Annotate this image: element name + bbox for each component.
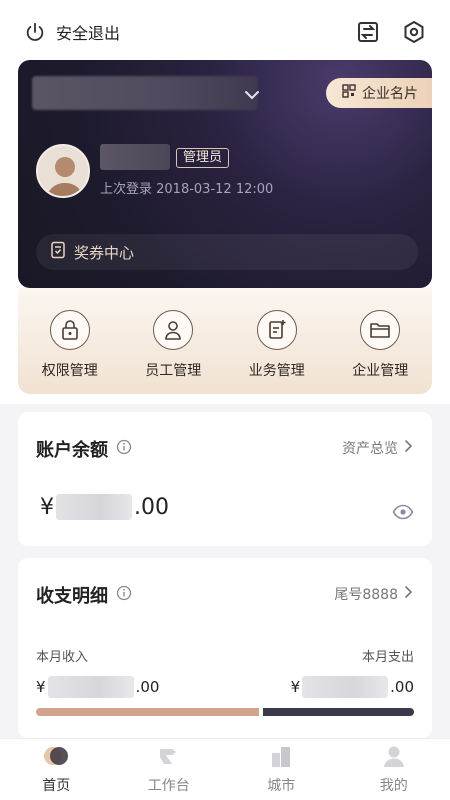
balance-amount: ¥ .00: [40, 494, 169, 520]
card-tail-link[interactable]: 尾号8888: [334, 584, 414, 604]
balance-title: 账户余额: [36, 436, 132, 462]
income-amount: ¥ .00: [36, 676, 159, 698]
action-label: 员工管理: [145, 363, 202, 379]
balance-title-text: 账户余额: [36, 440, 108, 461]
masked-amount: [56, 494, 132, 520]
tab-mine[interactable]: 我的: [349, 745, 439, 795]
income-bar: [36, 708, 260, 716]
folder-icon: [360, 310, 401, 350]
amount-suffix: .00: [134, 494, 169, 520]
quick-actions: 权限管理 员工管理 业务管理 企业管理: [18, 288, 432, 394]
last-login-text: 上次登录 2018-03-12 12:00: [100, 182, 274, 197]
action-enterprise[interactable]: 企业管理: [335, 310, 425, 380]
tab-city[interactable]: 城市: [236, 745, 326, 795]
details-title: 收支明细: [36, 582, 132, 608]
chevron-right-icon: [404, 439, 414, 457]
income-expense-bar: [36, 708, 414, 716]
masked-amount: [302, 676, 389, 698]
top-bar: 安全退出: [0, 0, 450, 64]
currency-symbol: ¥: [290, 678, 301, 696]
action-permission[interactable]: 权限管理: [25, 310, 115, 380]
tab-label: 工作台: [147, 777, 190, 794]
amount-suffix: .00: [135, 678, 160, 696]
action-label: 企业管理: [352, 363, 409, 379]
city-icon: [268, 745, 294, 771]
info-icon[interactable]: [116, 585, 132, 606]
logout-label: 安全退出: [56, 24, 121, 43]
bottom-tab-bar: 首页 工作台 城市 我的: [0, 738, 450, 800]
income-label: 本月收入: [36, 650, 89, 665]
eye-icon[interactable]: [392, 504, 414, 524]
voucher-center-button[interactable]: 奖券中心: [36, 234, 418, 270]
expense-bar: [263, 708, 414, 716]
details-panel: 收支明细 尾号8888 本月收入 本月支出 ¥ .00 ¥ .00: [18, 558, 432, 738]
switch-icon[interactable]: [356, 20, 380, 44]
tab-workbench[interactable]: 工作台: [124, 745, 214, 795]
currency-symbol: ¥: [40, 494, 54, 520]
business-card-label: 企业名片: [362, 86, 418, 102]
business-card-button[interactable]: 企业名片: [326, 78, 432, 108]
voucher-label: 奖券中心: [74, 243, 135, 262]
action-staff[interactable]: 员工管理: [128, 310, 218, 380]
logout-button[interactable]: 安全退出: [24, 20, 120, 44]
details-title-text: 收支明细: [36, 586, 108, 607]
doc-add-icon: [256, 310, 297, 350]
info-icon[interactable]: [116, 439, 132, 460]
chevron-down-icon[interactable]: [244, 86, 260, 105]
card-tail-label: 尾号8888: [334, 587, 398, 603]
user-name: [100, 144, 170, 170]
lock-icon: [49, 310, 90, 350]
action-label: 权限管理: [41, 363, 98, 379]
company-name[interactable]: [32, 76, 258, 110]
tab-home[interactable]: 首页: [11, 745, 101, 795]
avatar[interactable]: [36, 144, 90, 198]
expense-amount: ¥ .00: [291, 676, 414, 698]
tab-label: 首页: [42, 777, 71, 794]
company-card: 企业名片 管理员 上次登录 2018-03-12 12:00 奖券中心: [18, 60, 432, 288]
chevron-right-icon: [404, 585, 414, 603]
currency-symbol: ¥: [36, 678, 46, 696]
user-icon: [381, 745, 407, 771]
power-icon: [24, 21, 46, 43]
qrcode-icon: [342, 84, 356, 102]
ticket-icon: [50, 241, 66, 263]
asset-overview-label: 资产总览: [342, 441, 398, 457]
action-business[interactable]: 业务管理: [232, 310, 322, 380]
balance-panel: 账户余额 资产总览 ¥ .00: [18, 412, 432, 546]
tab-label: 我的: [379, 777, 408, 794]
masked-amount: [47, 676, 134, 698]
tab-label: 城市: [267, 777, 296, 794]
home-icon: [41, 745, 71, 771]
workbench-icon: [156, 745, 182, 771]
asset-overview-link[interactable]: 资产总览: [342, 438, 414, 458]
action-label: 业务管理: [248, 363, 305, 379]
amount-suffix: .00: [390, 678, 414, 696]
person-icon: [153, 310, 194, 350]
settings-icon[interactable]: [402, 20, 426, 44]
expense-label: 本月支出: [361, 650, 414, 665]
role-badge: 管理员: [176, 148, 230, 168]
